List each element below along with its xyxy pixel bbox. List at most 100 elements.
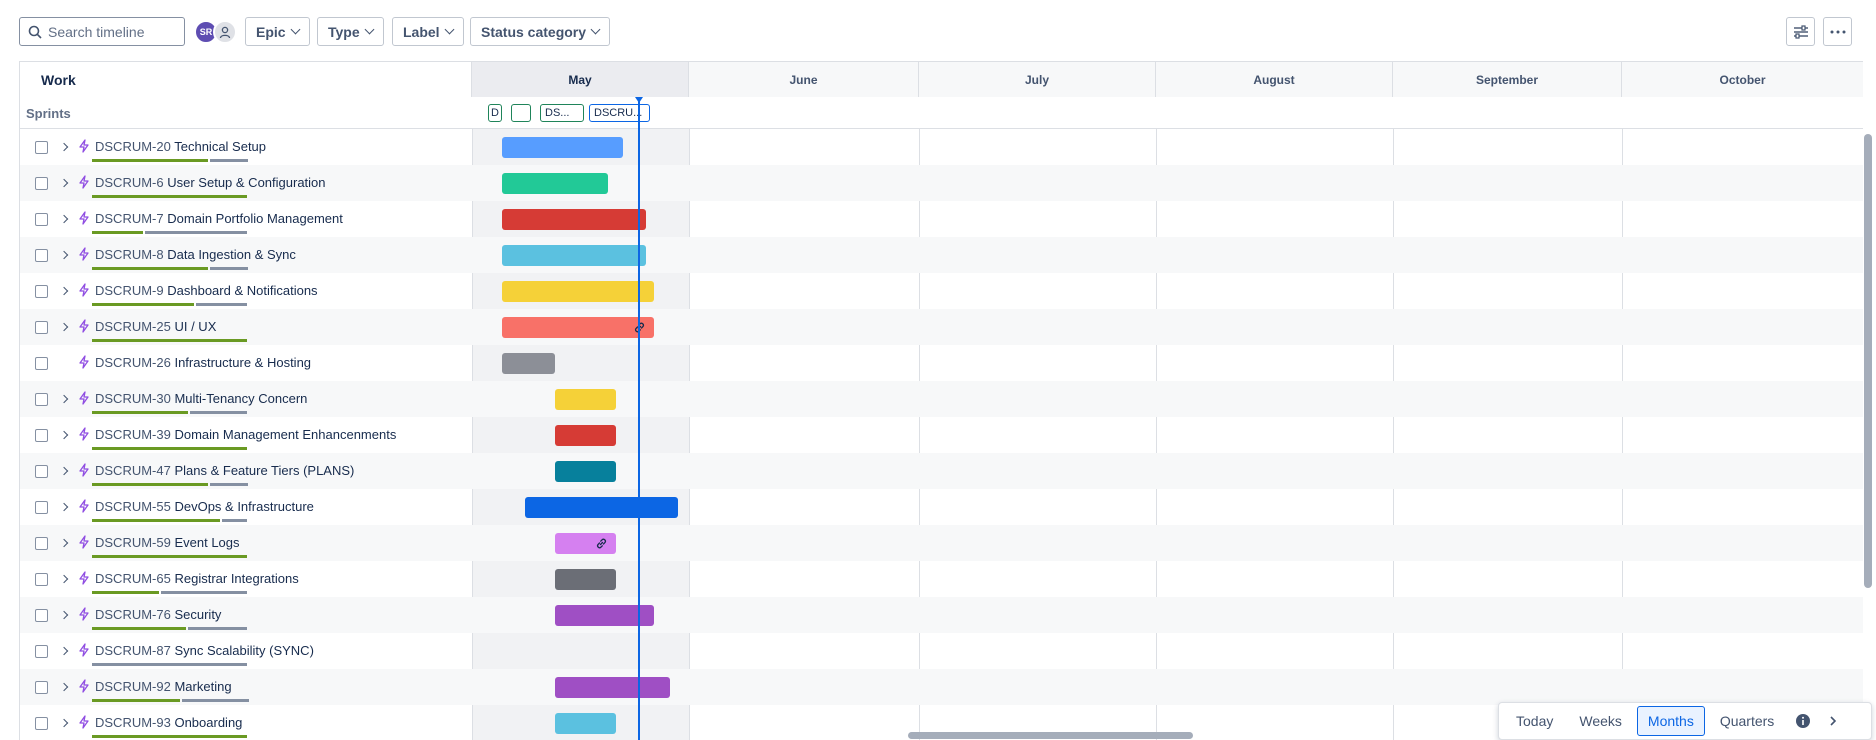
row-checkbox[interactable] (35, 681, 48, 694)
issue-summary[interactable]: Dashboard & Notifications (167, 283, 317, 298)
epic-title[interactable]: DSCRUM-92 Marketing (95, 679, 232, 694)
issue-key[interactable]: DSCRUM-59 (95, 535, 171, 550)
timeline-bar[interactable] (555, 713, 616, 734)
row-checkbox[interactable] (35, 645, 48, 658)
row-checkbox[interactable] (35, 393, 48, 406)
timeline-bar[interactable] (555, 569, 616, 590)
epic-title[interactable]: DSCRUM-6 User Setup & Configuration (95, 175, 326, 190)
row-checkbox[interactable] (35, 573, 48, 586)
sprint-chip[interactable]: D (488, 104, 502, 122)
epic-title[interactable]: DSCRUM-25 UI / UX (95, 319, 216, 334)
type-filter[interactable]: Type (317, 17, 384, 46)
expand-chevron-icon[interactable] (58, 393, 70, 405)
epic-row[interactable]: DSCRUM-7 Domain Portfolio Management (20, 201, 1863, 237)
issue-summary[interactable]: Infrastructure & Hosting (174, 355, 311, 370)
expand-chevron-icon[interactable] (58, 141, 70, 153)
issue-summary[interactable]: Onboarding (174, 715, 242, 730)
epic-row[interactable]: DSCRUM-6 User Setup & Configuration (20, 165, 1863, 201)
sprint-chip[interactable]: DSCRU... (589, 104, 650, 122)
epic-row[interactable]: DSCRUM-26 Infrastructure & Hosting (20, 345, 1863, 381)
epic-title[interactable]: DSCRUM-47 Plans & Feature Tiers (PLANS) (95, 463, 354, 478)
timeline-bar[interactable] (502, 209, 646, 230)
epic-title[interactable]: DSCRUM-87 Sync Scalability (SYNC) (95, 643, 314, 658)
expand-chevron-icon[interactable] (58, 573, 70, 585)
row-checkbox[interactable] (35, 213, 48, 226)
timeline-bar[interactable] (555, 389, 616, 410)
epic-row[interactable]: DSCRUM-76 Security (20, 597, 1863, 633)
timeline-bar[interactable] (502, 317, 654, 338)
issue-summary[interactable]: UI / UX (174, 319, 216, 334)
view-settings-button[interactable] (1786, 17, 1815, 46)
more-actions-button[interactable] (1823, 17, 1852, 46)
expand-chevron-icon[interactable] (58, 465, 70, 477)
epic-row[interactable]: DSCRUM-92 Marketing (20, 669, 1863, 705)
issue-key[interactable]: DSCRUM-6 (95, 175, 164, 190)
issue-summary[interactable]: User Setup & Configuration (167, 175, 325, 190)
epic-title[interactable]: DSCRUM-8 Data Ingestion & Sync (95, 247, 296, 262)
issue-key[interactable]: DSCRUM-65 (95, 571, 171, 586)
epic-title[interactable]: DSCRUM-9 Dashboard & Notifications (95, 283, 318, 298)
months-button[interactable]: Months (1636, 706, 1705, 736)
issue-summary[interactable]: Registrar Integrations (174, 571, 298, 586)
expand-chevron-icon[interactable] (58, 645, 70, 657)
issue-key[interactable]: DSCRUM-26 (95, 355, 171, 370)
issue-key[interactable]: DSCRUM-47 (95, 463, 171, 478)
expand-chevron-icon[interactable] (58, 501, 70, 513)
epic-row[interactable]: DSCRUM-55 DevOps & Infrastructure (20, 489, 1863, 525)
expand-chevron-icon[interactable] (58, 177, 70, 189)
epic-row[interactable]: DSCRUM-20 Technical Setup (20, 129, 1863, 165)
row-checkbox[interactable] (35, 357, 48, 370)
epic-title[interactable]: DSCRUM-39 Domain Management Enhancenment… (95, 427, 396, 442)
issue-summary[interactable]: Sync Scalability (SYNC) (174, 643, 313, 658)
issue-summary[interactable]: Multi-Tenancy Concern (174, 391, 307, 406)
issue-key[interactable]: DSCRUM-25 (95, 319, 171, 334)
epic-row[interactable]: DSCRUM-87 Sync Scalability (SYNC) (20, 633, 1863, 669)
epic-title[interactable]: DSCRUM-65 Registrar Integrations (95, 571, 299, 586)
epic-row[interactable]: DSCRUM-8 Data Ingestion & Sync (20, 237, 1863, 273)
timeline-bar[interactable] (525, 497, 678, 518)
expand-chevron-icon[interactable] (58, 285, 70, 297)
epic-row[interactable]: DSCRUM-59 Event Logs (20, 525, 1863, 561)
timeline-bar[interactable] (502, 281, 654, 302)
issue-key[interactable]: DSCRUM-20 (95, 139, 171, 154)
issue-key[interactable]: DSCRUM-39 (95, 427, 171, 442)
search-box[interactable] (19, 17, 185, 46)
epic-title[interactable]: DSCRUM-76 Security (95, 607, 221, 622)
issue-key[interactable]: DSCRUM-9 (95, 283, 164, 298)
issue-summary[interactable]: Domain Management Enhancenments (174, 427, 396, 442)
quarters-button[interactable]: Quarters (1709, 706, 1785, 736)
sprint-chip[interactable]: DS... (540, 104, 584, 122)
row-checkbox[interactable] (35, 717, 48, 730)
issue-key[interactable]: DSCRUM-76 (95, 607, 171, 622)
epic-row[interactable]: DSCRUM-47 Plans & Feature Tiers (PLANS) (20, 453, 1863, 489)
issue-summary[interactable]: Data Ingestion & Sync (167, 247, 296, 262)
issue-key[interactable]: DSCRUM-8 (95, 247, 164, 262)
issue-summary[interactable]: Marketing (174, 679, 231, 694)
vertical-scrollbar[interactable] (1864, 134, 1872, 588)
timeline-bar[interactable] (502, 353, 555, 374)
row-checkbox[interactable] (35, 609, 48, 622)
timeline-bar[interactable] (502, 173, 608, 194)
issue-summary[interactable]: Technical Setup (174, 139, 266, 154)
timeline-bar[interactable] (502, 137, 623, 158)
expand-chevron-icon[interactable] (58, 717, 70, 729)
search-input[interactable] (48, 23, 178, 40)
epic-row[interactable]: DSCRUM-65 Registrar Integrations (20, 561, 1863, 597)
timeline-bar[interactable] (555, 677, 670, 698)
epic-title[interactable]: DSCRUM-20 Technical Setup (95, 139, 266, 154)
issue-summary[interactable]: Plans & Feature Tiers (PLANS) (174, 463, 354, 478)
chevron-right-icon[interactable] (1825, 713, 1841, 729)
info-icon[interactable] (1795, 713, 1811, 729)
unassigned-avatar[interactable] (213, 20, 237, 44)
row-checkbox[interactable] (35, 321, 48, 334)
timeline-bar[interactable] (502, 245, 646, 266)
issue-key[interactable]: DSCRUM-93 (95, 715, 171, 730)
row-checkbox[interactable] (35, 537, 48, 550)
epic-title[interactable]: DSCRUM-59 Event Logs (95, 535, 240, 550)
timeline-bar[interactable] (555, 533, 616, 554)
expand-chevron-icon[interactable] (58, 429, 70, 441)
row-checkbox[interactable] (35, 141, 48, 154)
expand-chevron-icon[interactable] (58, 681, 70, 693)
epic-filter[interactable]: Epic (245, 17, 310, 46)
epic-title[interactable]: DSCRUM-55 DevOps & Infrastructure (95, 499, 314, 514)
